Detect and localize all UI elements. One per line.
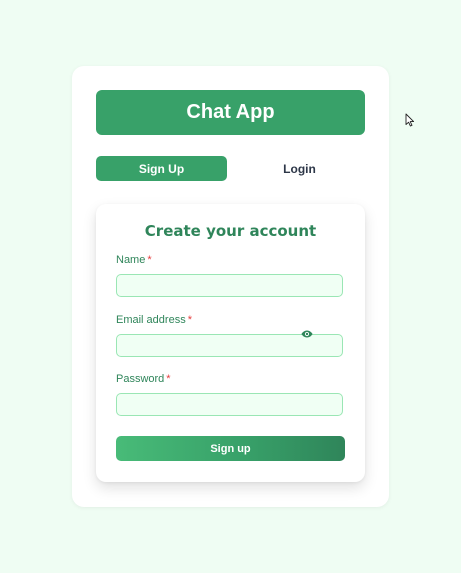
email-label-text: Email address [116, 314, 186, 326]
name-label: Name * [116, 254, 152, 266]
signup-form: Create your account Name * Email address *… [96, 204, 365, 482]
password-input[interactable] [116, 393, 343, 416]
tab-sign-up[interactable]: Sign Up [96, 156, 227, 181]
password-required-mark: * [166, 373, 171, 385]
email-label: Email address * [116, 314, 192, 326]
name-label-text: Name [116, 254, 146, 266]
name-input[interactable] [116, 274, 343, 297]
password-label-text: Password [116, 373, 165, 385]
app-title: Chat App [96, 90, 365, 135]
mouse-cursor-icon [405, 113, 415, 127]
eye-icon[interactable] [301, 329, 313, 339]
password-label: Password * [116, 373, 171, 385]
form-title: Create your account [144, 222, 317, 240]
tab-login[interactable]: Login [234, 156, 365, 181]
sign-up-button[interactable]: Sign up [116, 436, 345, 461]
auth-tabs: Sign Up Login [96, 156, 365, 181]
email-required-mark: * [187, 314, 192, 326]
auth-card: Chat App Sign Up Login Create your accou… [72, 66, 389, 507]
name-required-mark: * [147, 254, 152, 266]
